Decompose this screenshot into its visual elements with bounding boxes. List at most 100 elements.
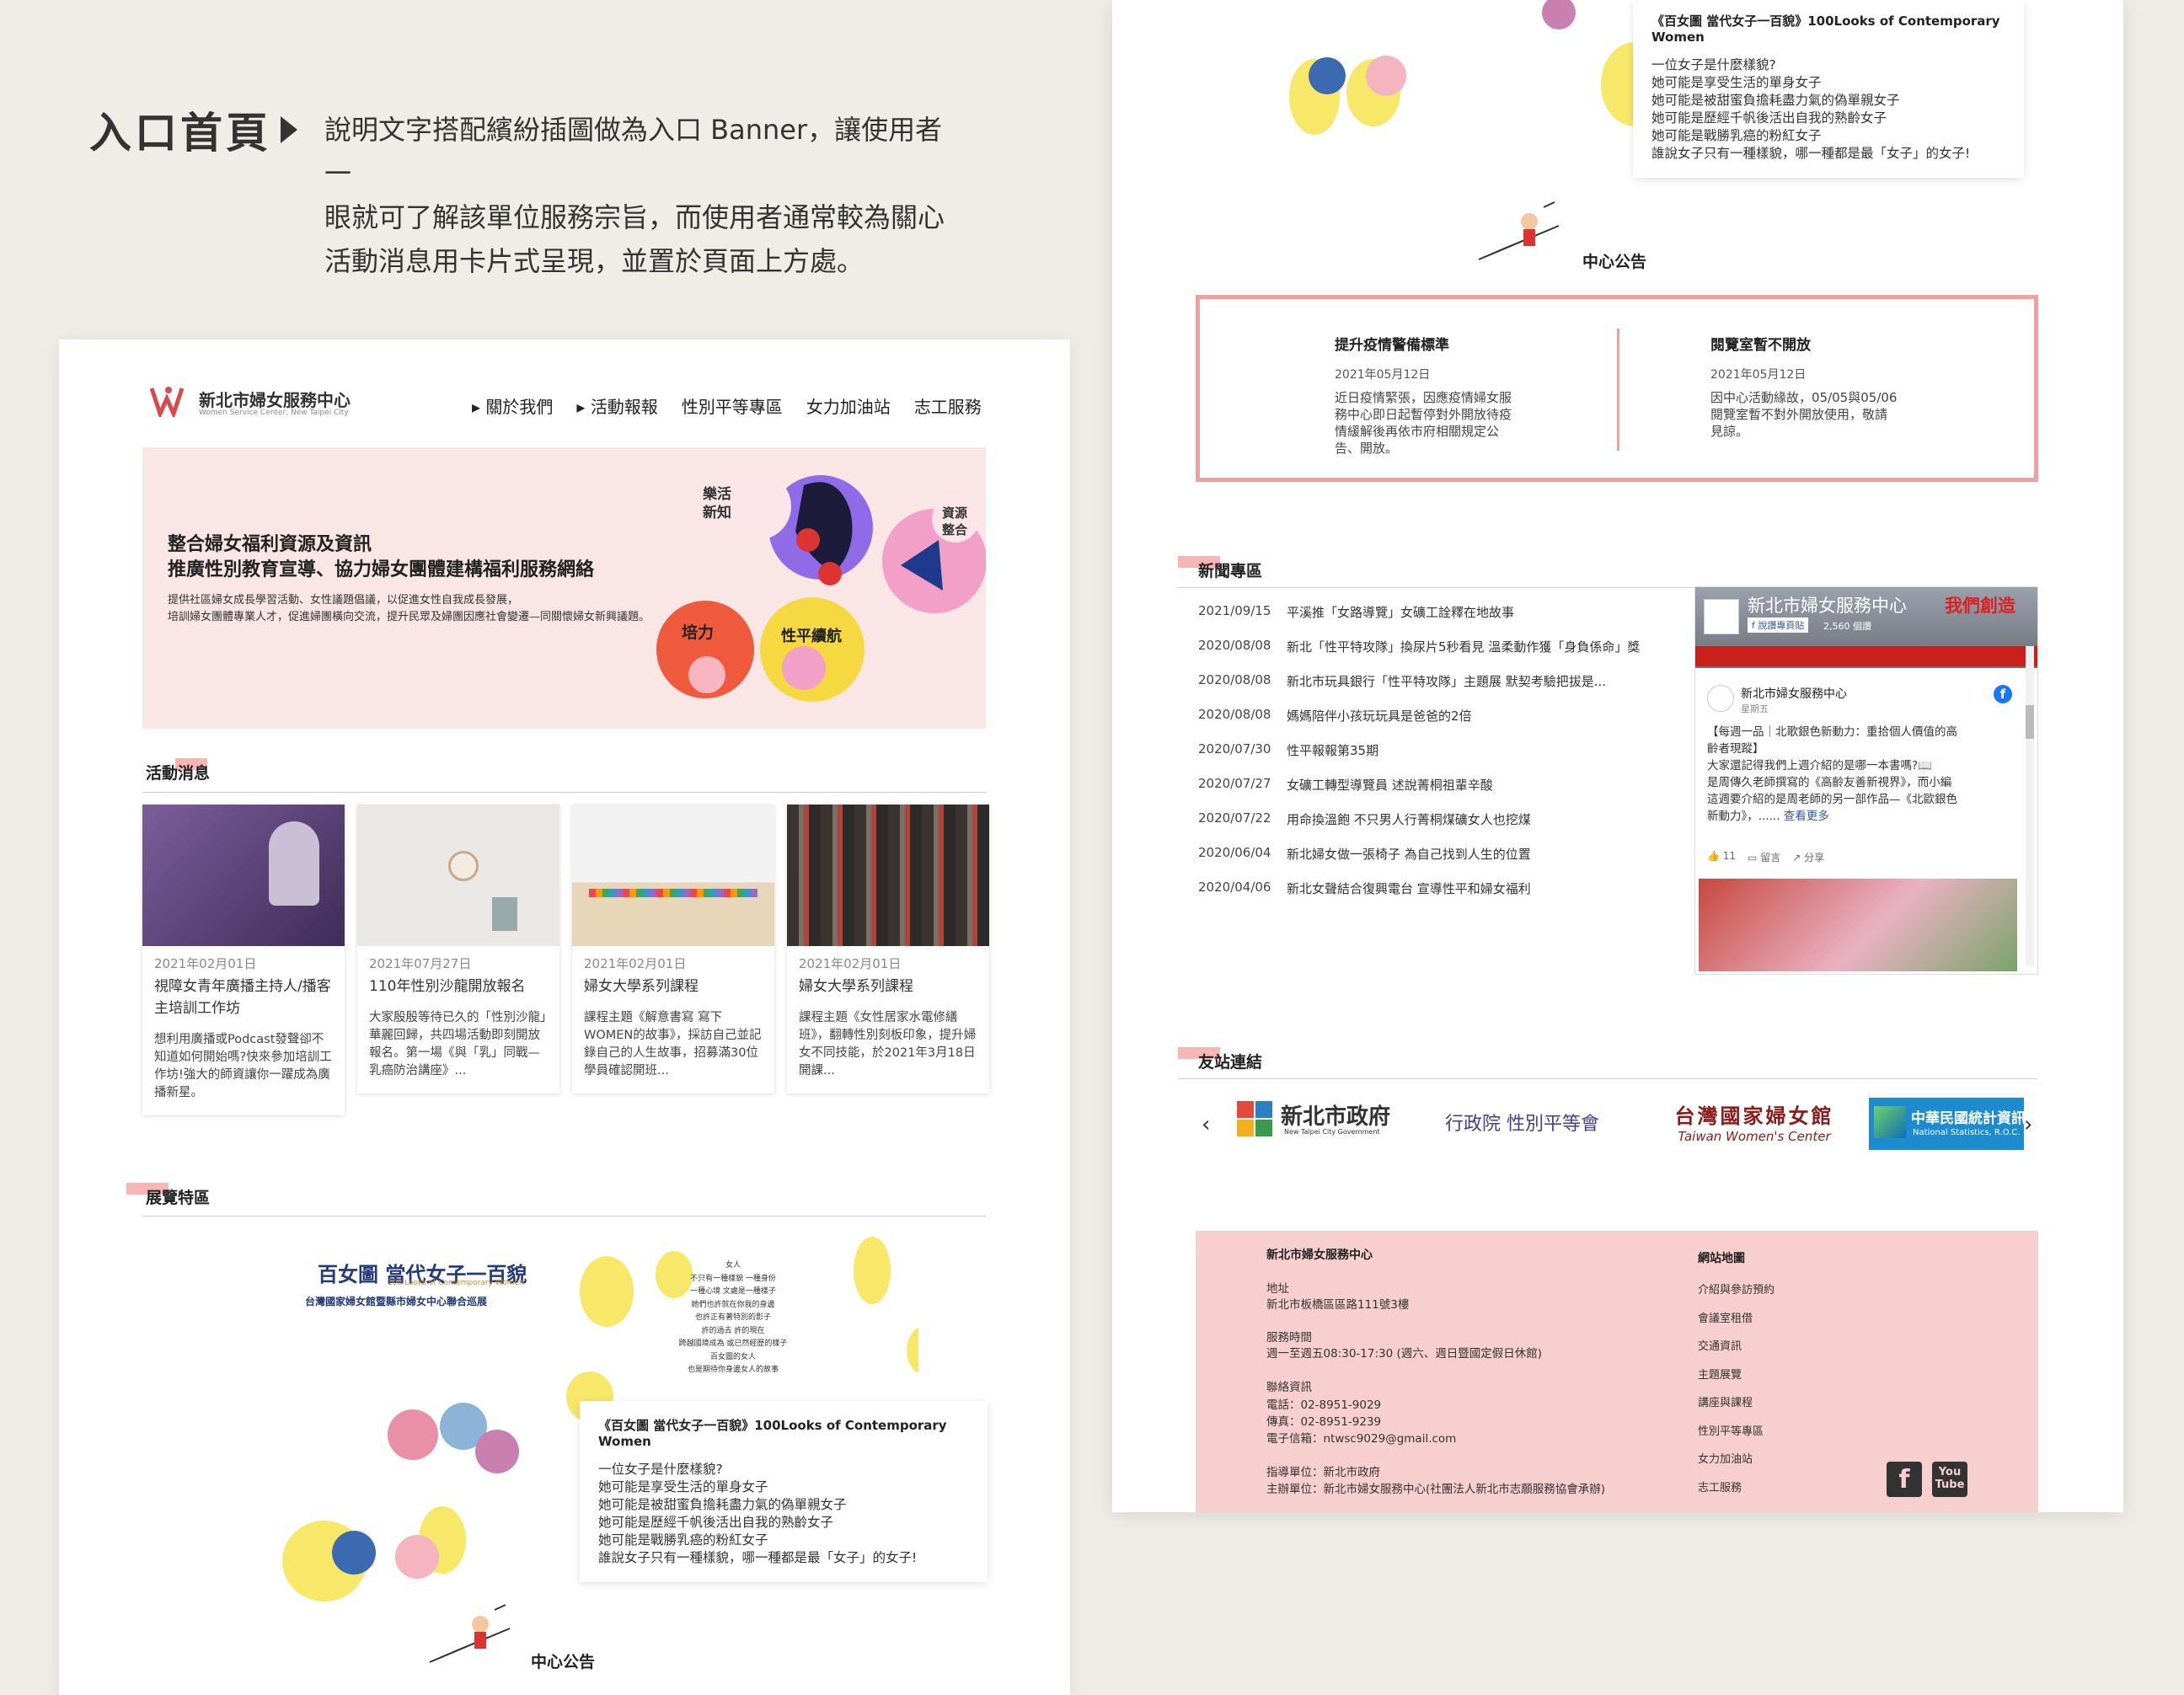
nav-item-gender-equality[interactable]: 性別平等專區 xyxy=(682,393,783,418)
fb-cover-title: 新北市婦女服務中心 xyxy=(1748,596,1907,616)
sitemap-link[interactable]: 女力加油站 xyxy=(1698,1446,1774,1474)
fb-post-line: 新動力》，...... xyxy=(1707,810,1780,823)
carousel-prev-icon[interactable]: ‹ xyxy=(1202,1112,1210,1137)
logo-icon xyxy=(150,387,185,417)
footer-sitemap-title: 網站地圖 xyxy=(1698,1252,1745,1265)
sitemap-link[interactable]: 性別平等專區 xyxy=(1698,1418,1774,1446)
center-announcement-label: 中心公告 xyxy=(531,1653,596,1671)
footer-host-unit: 主辦單位：新北市婦女服務中心(社團法人新北市志願服務協會承辦) xyxy=(1266,1483,1606,1496)
sitemap-link[interactable]: 會議室租借 xyxy=(1698,1305,1774,1334)
news-item[interactable]: 2021/09/15 平溪推「女路導覽」女礦工詮釋在地故事 xyxy=(1198,603,1670,638)
fb-post-line: 這週要介紹的是周老師的另一部作品—《北歐銀色 xyxy=(1707,793,1957,806)
poster-poem: 女人 不只有一種樣貌 一種身份 一種心境 文處是一種樣子 她們也許就在你我的身邊… xyxy=(678,1259,788,1377)
carousel-next-icon[interactable]: › xyxy=(2024,1112,2032,1137)
friend-link-gender-equality[interactable]: 行政院 性別平等會 xyxy=(1445,1109,1599,1136)
footer-email[interactable]: 電子信箱：ntwsc9029@gmail.com xyxy=(1266,1431,1456,1447)
news-date: 2020/07/30 xyxy=(1198,741,1271,757)
announcement-text-line: 務中心即日起暫停對外開放待疫 xyxy=(1335,407,1512,422)
announcement-item[interactable]: 閱覽室暫不開放 2021年05月12日 因中心活動緣故，05/05與05/06 … xyxy=(1710,333,1913,440)
footer-contact-label: 聯絡資訊 xyxy=(1266,1381,1312,1394)
quote-line: 一位女子是什麼樣貌? xyxy=(598,1462,723,1477)
fb-post-name[interactable]: 新北市婦女服務中心 xyxy=(1741,685,1847,702)
section-divider xyxy=(1178,1078,2037,1079)
fb-post-line: 齡者現蹤】 xyxy=(1707,742,1764,756)
nav-item-about[interactable]: ▸ 關於我們 xyxy=(472,393,553,418)
fb-like-button[interactable]: f 說讚專頁貼 xyxy=(1748,618,1809,633)
site-name[interactable]: 新北市婦女服務中心 xyxy=(199,387,351,411)
news-item[interactable]: 2020/07/22 用命換溫飽 不只男人行菁桐煤礦女人也挖煤 xyxy=(1198,810,1670,845)
news-item[interactable]: 2020/08/08 新北市玩具銀行「性平特攻隊」主題展 默契考驗把拔是... xyxy=(1198,672,1670,707)
intro-desc-line: 眼就可了解該單位服務宗旨，而使用者通常較為關心 xyxy=(324,201,945,233)
caret-right-icon: ▸ xyxy=(576,397,591,417)
hero-tag: 性平續航 xyxy=(781,628,842,645)
facebook-embed[interactable]: 新北市婦女服務中心 我們創造 f 說讚專頁貼 2,560 個讚 新北市婦女服務中… xyxy=(1694,586,2038,975)
fb-scrollbar[interactable] xyxy=(2026,646,2034,966)
fb-post-line: 【每週一品｜北歌銀色新動力：重拾個人價值的高 xyxy=(1707,725,1957,739)
hero-headline: 整合婦女福利資源及資訊 推廣性別教育宣導、協力婦女團體建構福利服務網絡 xyxy=(168,532,594,582)
activity-card[interactable]: 2021年02月01日 婦女大學系列課程 課程主題《解意書寫 寫下WOMEN的故… xyxy=(572,805,774,1093)
sitemap-link[interactable]: 志工服務 xyxy=(1698,1474,1774,1503)
friend-link-sublabel: Taiwan Women's Center xyxy=(1678,1129,1831,1144)
intro-desc-line: 說明文字搭配繽紛插圖做為入口 Banner，讓使用者一 xyxy=(324,114,943,190)
fb-cover-band xyxy=(1695,646,2037,666)
quote-line: 她可能是戰勝乳癌的粉紅女子 xyxy=(598,1532,768,1548)
activity-card[interactable]: 2021年02月01日 婦女大學系列課程 課程主題《女性居家水電修繕班》，翻轉性… xyxy=(787,805,989,1093)
intro-description: 說明文字搭配繽紛插圖做為入口 Banner，讓使用者一 眼就可了解該單位服務宗旨… xyxy=(324,108,965,283)
facebook-icon[interactable]: f xyxy=(1887,1462,1922,1497)
card-title: 婦女大學系列課程 xyxy=(799,978,913,995)
paper-plane-icon xyxy=(429,1604,511,1663)
announcement-title: 提升疫情警備標準 xyxy=(1335,337,1449,354)
card-date: 2021年02月01日 xyxy=(584,956,687,971)
activity-card[interactable]: 2021年07月27日 110年性別沙龍開放報名 大家殷殷等待已久的「性別沙龍」… xyxy=(357,805,559,1093)
news-item[interactable]: 2020/08/08 新北「性平特攻隊」換尿片5秒看見 溫柔動作獲「身負係命」獎 xyxy=(1198,638,1670,672)
fb-comment-action[interactable]: ▭ 留言 xyxy=(1748,850,1780,864)
facebook-icon[interactable]: f xyxy=(1994,685,2012,703)
intro-desc-line: 活動消息用卡片式呈現，並置於頁面上方處。 xyxy=(324,245,864,277)
footer-fax: 傳真：02-8951-9239 xyxy=(1266,1415,1382,1429)
announcement-text: 因中心活動緣故，05/05與05/06 閱覽室暫不對外開放使用，敬請 見諒。 xyxy=(1710,389,1913,440)
card-image xyxy=(572,805,774,946)
nav-item-women-power[interactable]: 女力加油站 xyxy=(806,393,891,418)
poem-line: 不只有一種樣貌 一種身份 xyxy=(690,1274,776,1283)
sitemap-link[interactable]: 講座與課程 xyxy=(1698,1389,1774,1418)
friend-link-sublabel: New Taipei City Government xyxy=(1284,1128,1380,1136)
nav-item-events[interactable]: ▸ 活動報報 xyxy=(576,393,657,418)
fb-like-label: 說讚專頁貼 xyxy=(1758,620,1805,631)
news-date: 2020/08/08 xyxy=(1198,707,1271,722)
quote-line: 誰說女子只有一種樣貌，哪一種都是最「女子」的女子! xyxy=(598,1550,918,1565)
youtube-icon[interactable]: You Tube xyxy=(1932,1462,1967,1497)
fb-see-more-link[interactable]: 查看更多 xyxy=(1784,810,1829,823)
news-item[interactable]: 2020/06/04 新北婦女做一張椅子 為自己找到人生的位置 xyxy=(1198,845,1670,880)
friend-link-twc[interactable]: 台灣國家婦女館 Taiwan Women's Center xyxy=(1662,1099,1847,1144)
site-name-en: Women Service Center, New Taipei City xyxy=(199,409,349,417)
sitemap-link[interactable]: 主題展覽 xyxy=(1698,1361,1774,1390)
nav-label: 關於我們 xyxy=(485,397,554,417)
news-item[interactable]: 2020/08/08 媽媽陪伴小孩玩玩具是爸爸的2倍 xyxy=(1198,707,1670,741)
news-date: 2020/07/27 xyxy=(1198,776,1271,791)
card-date: 2021年02月01日 xyxy=(154,956,257,971)
exhibition-quote-card[interactable]: 《百女圖 當代女子一百貌》100Looks of Contemporary Wo… xyxy=(1633,0,2024,178)
news-headline: 用命換溫飽 不只男人行菁桐煤礦女人也挖煤 xyxy=(1287,812,1531,827)
nav-item-volunteer[interactable]: 志工服務 xyxy=(914,393,982,418)
poem-line: 她們也許就在你我的身邊 xyxy=(691,1300,775,1309)
news-item[interactable]: 2020/07/30 性平報報第35期 xyxy=(1198,741,1670,776)
announcement-text-line: 因中心活動緣故，05/05與05/06 xyxy=(1710,390,1898,405)
hero-illustration xyxy=(656,473,986,702)
news-item[interactable]: 2020/04/06 新北女聲結合復興電台 宣導性平和婦女福利 xyxy=(1198,880,1670,914)
sitemap-link[interactable]: 交通資訊 xyxy=(1698,1333,1774,1361)
card-title: 婦女大學系列課程 xyxy=(584,978,699,995)
exhibition-quote-card[interactable]: 《百女圖 當代女子一百貌》100Looks of Contemporary Wo… xyxy=(580,1401,988,1582)
news-item[interactable]: 2020/07/27 女礦工轉型導覽員 述說菁桐祖輩辛酸 xyxy=(1198,776,1670,810)
footer-address: 新北市板橋區區路111號3樓 xyxy=(1266,1298,1410,1312)
fb-like-action[interactable]: 👍 11 xyxy=(1707,850,1736,864)
fb-post: 新北市婦女服務中心 星期五 f 【每週一品｜北歌銀色新動力：重拾個人價值的高 齡… xyxy=(1699,676,2017,870)
announcement-title: 閱覽室暫不開放 xyxy=(1710,337,1811,354)
activity-card[interactable]: 2021年02月01日 視障女青年廣播主持人/播客主培訓工作坊 想利用廣播或Po… xyxy=(142,805,345,1115)
fb-share-action[interactable]: ↗ 分享 xyxy=(1792,850,1824,864)
sitemap-link[interactable]: 介紹與參訪預約 xyxy=(1698,1276,1774,1305)
fb-scrollbar-thumb[interactable] xyxy=(2026,705,2034,739)
news-date: 2020/07/22 xyxy=(1198,810,1271,826)
announcement-item[interactable]: 提升疫情警備標準 2021年05月12日 近日疫情緊張，因應疫情婦女服 務中心即… xyxy=(1335,333,1537,457)
intro-title: 入口首頁 xyxy=(89,108,271,158)
friend-link-statistics[interactable]: 中華民國統計資訊網 National Statistics, R.O.C. xyxy=(1869,1098,2024,1150)
